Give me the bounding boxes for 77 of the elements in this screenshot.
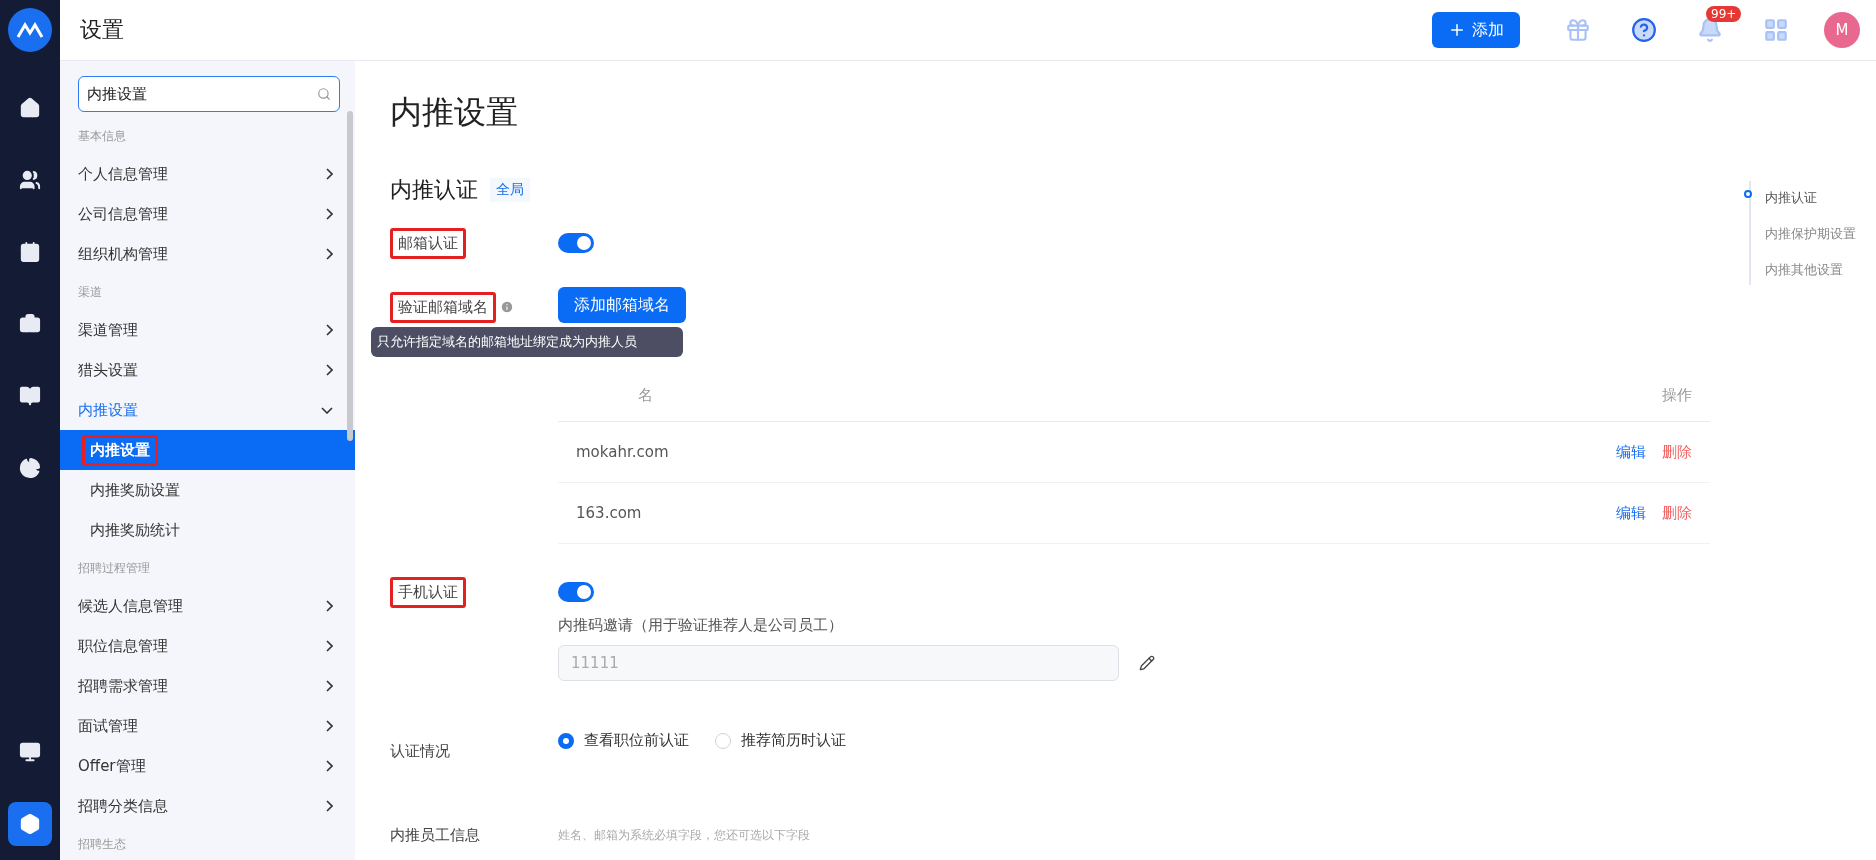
sidebar-group-label: 招聘过程管理 [77, 560, 151, 577]
field-hint: 姓名、邮箱为系统必填字段，您还可选以下字段 [558, 827, 811, 844]
anchor-link[interactable]: 内推保护期设置 [1751, 226, 1856, 241]
section-title: 内推认证 [390, 176, 478, 204]
sidebar-subitem[interactable]: 内推奖励统计 [60, 510, 355, 550]
sidebar-group-label: 渠道 [77, 284, 103, 301]
settings-nav-button[interactable] [8, 802, 52, 846]
anchor-link[interactable]: 内推其他设置 [1751, 262, 1843, 277]
chevron-down-icon [321, 406, 333, 414]
edit-link[interactable]: 编辑 [1616, 503, 1646, 523]
users-icon [19, 169, 41, 191]
chevron-right-icon [326, 800, 333, 812]
sidebar-subitem[interactable]: 内推奖励设置 [60, 470, 355, 510]
field-label: 验证邮箱域名 [390, 291, 496, 323]
page-header-title: 设置 [80, 16, 125, 44]
scope-tag: 全局 [490, 178, 530, 202]
sidebar-item[interactable]: 招聘需求管理 [60, 666, 355, 706]
sidebar-item[interactable]: 内推设置 [60, 390, 355, 430]
sidebar-item[interactable]: 组织机构管理 [60, 234, 355, 274]
plus-icon [1448, 21, 1466, 39]
tooltip: 只允许指定域名的邮箱地址绑定成为内推人员 [371, 327, 683, 357]
edit-link[interactable]: 编辑 [1616, 442, 1646, 462]
chevron-right-icon [326, 364, 333, 376]
toggle-switch[interactable] [558, 233, 594, 253]
info-icon[interactable] [500, 300, 514, 314]
anchor-link[interactable]: 内推认证 [1751, 190, 1817, 205]
sidebar-item[interactable]: 个人信息管理 [60, 154, 355, 194]
column-header: 操作 [1662, 386, 1692, 405]
column-header: 名 [638, 386, 653, 405]
chevron-right-icon [326, 680, 333, 692]
search-icon [317, 87, 331, 101]
field-sublabel: 内推码邀请（用于验证推荐人是公司员工） [558, 616, 844, 635]
briefcase-icon [19, 313, 41, 335]
chevron-right-icon [326, 208, 333, 220]
field-label: 邮箱认证 [390, 227, 466, 259]
sidebar-item[interactable]: 猎头设置 [60, 350, 355, 390]
chevron-right-icon [326, 720, 333, 732]
toggle-switch[interactable] [558, 582, 594, 602]
chevron-right-icon [326, 760, 333, 772]
sidebar-item[interactable]: 面试管理 [60, 706, 355, 746]
sidebar-item[interactable]: 职位信息管理 [60, 626, 355, 666]
sidebar-group-label: 基本信息 [77, 128, 127, 145]
add-domain-button[interactable]: 添加邮箱域名 [558, 287, 686, 323]
table-cell: mokahr.com [576, 443, 669, 461]
chevron-right-icon [326, 168, 333, 180]
field-label: 手机认证 [390, 576, 466, 608]
anchor-dot-icon [1744, 190, 1752, 198]
monitor-icon [19, 741, 41, 763]
sidebar-item[interactable]: 渠道管理 [60, 310, 355, 350]
logo-icon[interactable] [8, 8, 52, 52]
field-label: 认证情况 [390, 741, 450, 761]
book-icon [19, 385, 41, 407]
bell-icon[interactable] [1697, 17, 1723, 43]
home-icon [19, 97, 41, 119]
radio-option[interactable]: 推荐简历时认证 [715, 731, 846, 750]
table-cell: 163.com [576, 504, 642, 522]
sidebar-item[interactable]: 招聘分类信息 [60, 786, 355, 826]
notification-badge: 99+ [1706, 6, 1742, 22]
settings-icon [19, 813, 41, 835]
sidebar-item[interactable]: Offer管理 [60, 746, 355, 786]
radio-option[interactable]: 查看职位前认证 [558, 731, 689, 750]
sidebar-group-label: 招聘生态 [77, 836, 127, 853]
chevron-right-icon [326, 324, 333, 336]
edit-icon[interactable] [1139, 655, 1155, 671]
search-field[interactable]: 内推设置 [78, 76, 340, 112]
sidebar-subitem[interactable]: 内推设置 [60, 430, 355, 470]
chevron-right-icon [326, 248, 333, 260]
calendar-icon [19, 241, 41, 263]
search-value: 内推设置 [87, 84, 147, 104]
add-button[interactable]: 添加 [1432, 12, 1520, 48]
field-label: 内推员工信息 [390, 825, 480, 845]
chart-icon [19, 457, 41, 479]
sidebar-item[interactable]: 公司信息管理 [60, 194, 355, 234]
sidebar-item[interactable]: 候选人信息管理 [60, 586, 355, 626]
chevron-right-icon [326, 600, 333, 612]
chevron-right-icon [326, 640, 333, 652]
page-title: 内推设置 [390, 92, 519, 133]
